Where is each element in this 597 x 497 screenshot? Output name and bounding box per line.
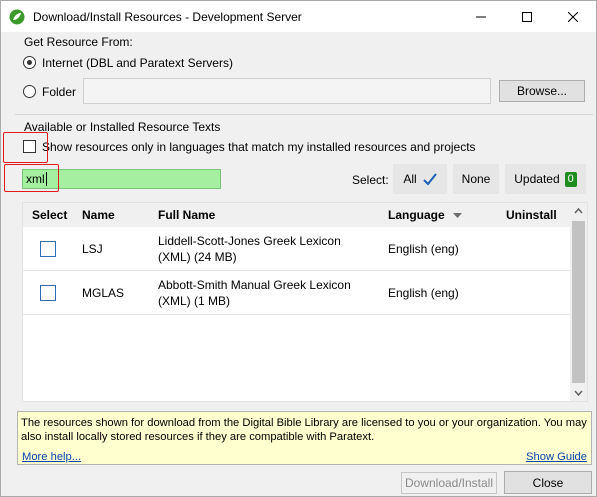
close-button[interactable]: Close [504, 471, 592, 494]
grid-header: Select Name Full Name Language Uninstall [23, 203, 571, 227]
source-group-label: Get Resource From: [24, 35, 133, 49]
row-name: MGLAS [82, 286, 125, 300]
browse-button[interactable]: Browse... [499, 80, 585, 102]
maximize-icon [522, 11, 532, 22]
table-row[interactable]: MGLAS Abbott-Smith Manual Greek Lexicon … [23, 271, 571, 315]
scroll-down-icon [574, 390, 583, 397]
browse-button-label: Browse... [516, 84, 567, 98]
row-full-name-line1: Liddell-Scott-Jones Greek Lexicon [158, 234, 341, 248]
download-install-button[interactable]: Download/Install [401, 472, 497, 494]
table-row[interactable]: LSJ Liddell-Scott-Jones Greek Lexicon (X… [23, 227, 571, 271]
license-info-panel: The resources shown for download from th… [17, 411, 592, 465]
row-select-checkbox[interactable] [40, 241, 56, 257]
select-updated-label: Updated [514, 172, 560, 186]
sort-descending-icon [453, 213, 462, 218]
folder-path-field[interactable] [83, 78, 491, 104]
folder-radio-label[interactable]: Folder [42, 85, 76, 99]
maximize-button[interactable] [504, 1, 550, 32]
column-header-language[interactable]: Language [388, 208, 445, 222]
folder-radio[interactable] [23, 85, 36, 98]
column-header-select[interactable]: Select [32, 208, 67, 222]
license-info-text: The resources shown for download from th… [21, 417, 587, 443]
scroll-up-icon [574, 207, 583, 214]
close-icon [568, 11, 578, 22]
paratext-leaf-icon [9, 9, 25, 24]
grid-scrollbar[interactable] [570, 203, 587, 401]
texts-group-label: Available or Installed Resource Texts [24, 120, 221, 134]
download-install-label: Download/Install [404, 476, 494, 490]
internet-radio-label[interactable]: Internet (DBL and Paratext Servers) [42, 56, 233, 70]
row-select-checkbox[interactable] [40, 285, 56, 301]
show-guide-link[interactable]: Show Guide [526, 451, 587, 463]
more-help-link[interactable]: More help... [22, 451, 81, 463]
minimize-button[interactable] [458, 1, 504, 32]
select-all-label: All [403, 172, 417, 186]
row-language: English (eng) [388, 286, 459, 300]
annotation-box-search [4, 164, 59, 192]
language-filter-label[interactable]: Show resources only in languages that ma… [42, 140, 476, 154]
row-language: English (eng) [388, 242, 459, 256]
resources-grid: Select Name Full Name Language Uninstall… [22, 202, 588, 402]
internet-radio[interactable] [23, 56, 36, 69]
column-header-uninstall[interactable]: Uninstall [506, 208, 557, 222]
window-title: Download/Install Resources - Development… [33, 9, 302, 24]
download-install-dialog: Download/Install Resources - Development… [0, 0, 597, 497]
close-button-label: Close [532, 475, 564, 490]
scroll-thumb[interactable] [572, 221, 585, 383]
close-window-button[interactable] [550, 1, 596, 32]
select-updated-button[interactable]: Updated 0 [505, 164, 586, 194]
select-all-button[interactable]: All [393, 164, 447, 194]
row-full-name-line1: Abbott-Smith Manual Greek Lexicon [158, 278, 351, 292]
column-header-full-name[interactable]: Full Name [158, 208, 215, 222]
row-name: LSJ [82, 242, 103, 256]
select-none-label: None [461, 172, 491, 186]
checkmark-icon [422, 173, 437, 186]
select-label: Select: [352, 173, 389, 187]
title-bar: Download/Install Resources - Development… [1, 1, 596, 32]
select-none-button[interactable]: None [453, 164, 499, 194]
row-full-name-line2: (XML) (1 MB) [158, 294, 230, 308]
updated-count-badge: 0 [564, 171, 577, 187]
row-full-name-line2: (XML) (24 MB) [158, 250, 237, 264]
minimize-icon [476, 16, 486, 17]
group-divider [15, 114, 593, 115]
column-header-name[interactable]: Name [82, 208, 115, 222]
annotation-box-checkbox [3, 132, 48, 163]
